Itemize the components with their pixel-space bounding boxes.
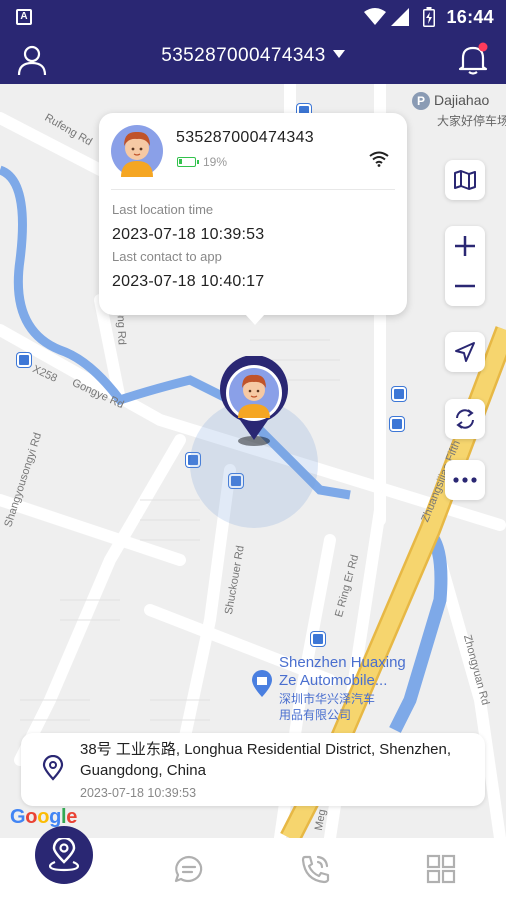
poi-label-cn-2: 用品有限公司: [279, 708, 352, 722]
chat-icon: [174, 855, 203, 883]
refresh-button[interactable]: [445, 399, 485, 439]
wifi-icon: [364, 8, 386, 25]
address-time: 2023-07-18 10:39:53: [80, 786, 197, 800]
last-location-value: 2023-07-18 10:39:53: [112, 226, 265, 243]
poi-label-en-2: Ze Automobile...: [279, 672, 388, 689]
device-selector[interactable]: 535287000474343: [0, 45, 506, 67]
zoom-in-icon[interactable]: [445, 226, 485, 266]
grid-icon: [426, 854, 456, 884]
more-icon: [453, 477, 477, 483]
location-pin-icon: [49, 838, 79, 872]
bell-icon[interactable]: [456, 41, 490, 77]
zoom-out-icon[interactable]: [445, 266, 485, 306]
app-header: 535287000474343: [0, 34, 506, 84]
signal-icon: [391, 8, 409, 26]
device-location-pin[interactable]: [216, 356, 292, 448]
status-bar: A 16:44: [0, 0, 506, 34]
address-text: 38号 工业东路, Longhua Residential District, …: [80, 741, 452, 779]
nav-item-chat[interactable]: [126, 838, 252, 900]
nav-item-apps[interactable]: [378, 838, 504, 900]
poi-label-en-1: Shenzhen Huaxing: [279, 654, 406, 671]
phone-icon: [301, 855, 330, 884]
battery-percent: 19%: [203, 155, 228, 169]
bus-stop-icon: [17, 353, 31, 367]
nav-location-active[interactable]: [35, 826, 93, 884]
locate-me-icon: [455, 342, 475, 362]
nav-item-call[interactable]: [252, 838, 378, 900]
map-layers-icon: [454, 170, 476, 190]
battery-icon: [423, 7, 435, 27]
map-label-dajiahao-cn: 大家好停车场: [437, 114, 506, 128]
bus-stop-icon: [390, 417, 404, 431]
popup-device-id: 535287000474343: [176, 129, 314, 146]
more-button[interactable]: [445, 460, 485, 500]
last-contact-label: Last contact to app: [112, 249, 222, 264]
caret-down-icon: [332, 50, 345, 58]
refresh-icon: [456, 409, 474, 429]
locate-me-button[interactable]: [445, 332, 485, 372]
status-time: 16:44: [446, 7, 494, 27]
device-id-label: 535287000474343: [161, 45, 326, 66]
notification-dot: [478, 42, 488, 52]
address-card[interactable]: 38号 工业东路, Longhua Residential District, …: [21, 733, 485, 806]
device-info-popup: 535287000474343 19% Last location time 2…: [99, 113, 407, 325]
child-avatar: [111, 125, 163, 177]
system-notification-icon: A: [16, 9, 32, 25]
last-contact-value: 2023-07-18 10:40:17: [112, 273, 265, 290]
bus-stop-icon: [311, 632, 325, 646]
map-label-dajiahao: P Dajiahao: [412, 92, 489, 110]
battery-icon: [177, 157, 199, 167]
location-pin-icon: [42, 755, 64, 781]
bus-stop-icon: [392, 387, 406, 401]
wifi-icon: [369, 151, 389, 167]
zoom-control: [445, 226, 485, 306]
popup-divider: [111, 189, 395, 190]
parking-icon: P: [412, 92, 430, 110]
poi-label-cn-1: 深圳市华兴泽汽车: [279, 692, 376, 706]
poi-shopping-icon: [252, 670, 272, 697]
last-location-label: Last location time: [112, 202, 214, 217]
map-layers-button[interactable]: [445, 160, 485, 200]
